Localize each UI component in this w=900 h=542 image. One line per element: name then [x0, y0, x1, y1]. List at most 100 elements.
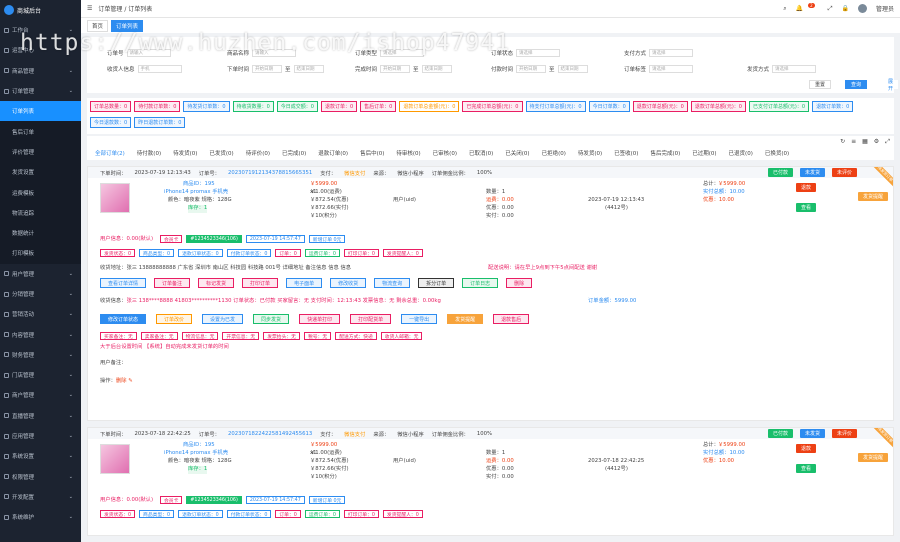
order-tab[interactable]: 已审核(0): [433, 149, 457, 157]
filter-input[interactable]: 请选择: [649, 49, 694, 57]
action-button[interactable]: 物流查询: [374, 278, 411, 288]
refresh-icon[interactable]: ↻: [840, 138, 845, 146]
action-button[interactable]: 打印配货单: [350, 314, 392, 324]
sidebar-item[interactable]: 订单列表: [0, 101, 81, 122]
sidebar-item[interactable]: 运费模板: [0, 182, 81, 203]
order-tab[interactable]: 待付款(0): [137, 149, 161, 157]
expand-button[interactable]: 展开: [883, 79, 899, 92]
sidebar-item[interactable]: 系统设置 ⌄: [0, 446, 81, 466]
refund-button[interactable]: 退款: [796, 183, 817, 192]
order-tab[interactable]: 全部订单(2): [95, 149, 125, 157]
filter-input-end[interactable]: 结束日期: [421, 65, 452, 73]
filter-input[interactable]: 请选择: [649, 65, 694, 73]
tag-button[interactable]: 未评价: [832, 168, 858, 177]
tag-button[interactable]: 未发货: [800, 168, 826, 177]
sidebar-item[interactable]: 应用管理 ⌄: [0, 426, 81, 446]
filter-input[interactable]: 开始日期: [252, 65, 283, 73]
action-button[interactable]: 一键导出: [401, 314, 438, 324]
order-tab[interactable]: 已签收(0): [614, 149, 638, 157]
action-button[interactable]: 同步发货: [253, 314, 290, 324]
reset-button[interactable]: 重置: [809, 80, 832, 89]
action-button[interactable]: 订单备注: [154, 278, 191, 288]
filter-input[interactable]: 开始日期: [380, 65, 411, 73]
column-icon[interactable]: ▦: [862, 138, 868, 146]
action-button[interactable]: 标记发货: [198, 278, 235, 288]
product-name[interactable]: iPhone14 promax 手机壳: [164, 450, 228, 458]
breadcrumb-item[interactable]: 订单管理: [98, 6, 122, 13]
tag-button[interactable]: 未评价: [832, 429, 858, 438]
sidebar-item[interactable]: 分销管理 ⌄: [0, 284, 81, 304]
order-tab[interactable]: 已取消(0): [469, 149, 493, 157]
sidebar-item[interactable]: 开发配置 ⌄: [0, 487, 81, 507]
edit-icon[interactable]: ✎: [127, 378, 132, 384]
order-tab[interactable]: 已发货(0): [209, 149, 233, 157]
action-button[interactable]: 快递单打印: [299, 314, 341, 324]
bell-icon[interactable]: 🔔: [796, 5, 803, 12]
order-tab[interactable]: 已完成(0): [282, 149, 306, 157]
fullscreen-icon[interactable]: ⤢: [885, 138, 890, 146]
sidebar-item[interactable]: 门店管理 ⌄: [0, 365, 81, 385]
action-button[interactable]: 删除: [506, 278, 533, 288]
action-button[interactable]: 查看订单详情: [100, 278, 147, 288]
order-tab[interactable]: 已过期(0): [692, 149, 716, 157]
ship-button[interactable]: 发货提醒: [858, 192, 889, 201]
sidebar-item[interactable]: 售后订单: [0, 121, 81, 142]
order-tab[interactable]: 待评价(0): [246, 149, 270, 157]
tag-button[interactable]: 已付款: [768, 168, 794, 177]
order-tab[interactable]: 售后中(0): [360, 149, 384, 157]
action-button[interactable]: 设置为已发: [202, 314, 244, 324]
lock-icon[interactable]: 🔒: [842, 5, 849, 12]
filter-input-end[interactable]: 结束日期: [557, 65, 588, 73]
sidebar-item[interactable]: 数据统计: [0, 222, 81, 244]
order-tab[interactable]: 已换货(0): [765, 149, 789, 157]
action-button[interactable]: 订单改价: [156, 314, 193, 324]
ship-button[interactable]: 发货提醒: [858, 453, 889, 462]
sidebar-item[interactable]: 直播管理 ⌄: [0, 406, 81, 426]
search-icon[interactable]: ⌕: [783, 5, 786, 13]
action-button[interactable]: 修改收货: [330, 278, 367, 288]
search-button[interactable]: 查询: [845, 80, 868, 89]
sidebar-item[interactable]: 发货设置: [0, 162, 81, 183]
action-button[interactable]: 发货提醒: [447, 314, 484, 324]
sidebar-item[interactable]: 物流追踪: [0, 202, 81, 223]
sidebar-item[interactable]: 营销活动 ⌄: [0, 304, 81, 324]
filter-input[interactable]: 手机: [137, 65, 182, 73]
filter-input[interactable]: 请选择: [772, 65, 817, 73]
product-thumbnail[interactable]: [100, 183, 130, 213]
action-button[interactable]: 拆分订单: [418, 278, 455, 288]
sidebar-item[interactable]: 系统维护 ⌄: [0, 507, 81, 527]
menu-toggle-icon[interactable]: ☰: [87, 5, 92, 12]
order-no[interactable]: 2023071822422581492455613: [228, 431, 312, 437]
order-tab[interactable]: 已退货(0): [729, 149, 753, 157]
avatar[interactable]: [857, 4, 867, 13]
filter-input-end[interactable]: 结束日期: [293, 65, 324, 73]
sidebar-item[interactable]: 订单管理 ⌄: [0, 81, 81, 101]
sidebar-item[interactable]: 打印模板: [0, 243, 81, 264]
sidebar-item[interactable]: 商品管理 ⌄: [0, 61, 81, 81]
sidebar-item[interactable]: 评价管理: [0, 141, 81, 163]
order-tab[interactable]: 退款订单(0): [318, 149, 348, 157]
sidebar-item[interactable]: 用户管理 ⌄: [0, 264, 81, 284]
filter-input[interactable]: 开始日期: [516, 65, 547, 73]
action-button[interactable]: 订单日志: [462, 278, 499, 288]
product-thumbnail[interactable]: [100, 444, 130, 474]
settings-icon[interactable]: ⚙: [874, 138, 879, 146]
view-button[interactable]: 查看: [796, 464, 817, 473]
order-tab[interactable]: 已拒绝(0): [542, 149, 566, 157]
action-button[interactable]: 退款售后: [493, 314, 530, 324]
delete-link[interactable]: 删除: [116, 378, 127, 384]
view-button[interactable]: 查看: [796, 203, 817, 212]
tag-button[interactable]: 未发货: [800, 429, 826, 438]
density-icon[interactable]: ≡: [851, 138, 856, 146]
fullscreen-icon[interactable]: ⤢: [828, 5, 833, 13]
action-button[interactable]: 修改订单状态: [100, 314, 147, 324]
action-button[interactable]: 打印订单: [242, 278, 279, 288]
filter-input[interactable]: 请选择: [516, 49, 561, 57]
refund-button[interactable]: 退款: [796, 444, 817, 453]
order-no[interactable]: 2023071912134378815665351: [228, 170, 312, 176]
order-tab[interactable]: 已关闭(0): [505, 149, 529, 157]
order-tab[interactable]: 待发货(0): [173, 149, 197, 157]
product-name[interactable]: iPhone14 promax 手机壳: [164, 189, 228, 197]
sidebar-item[interactable]: 财务管理 ⌄: [0, 345, 81, 365]
order-tab[interactable]: 待审核(0): [396, 149, 420, 157]
